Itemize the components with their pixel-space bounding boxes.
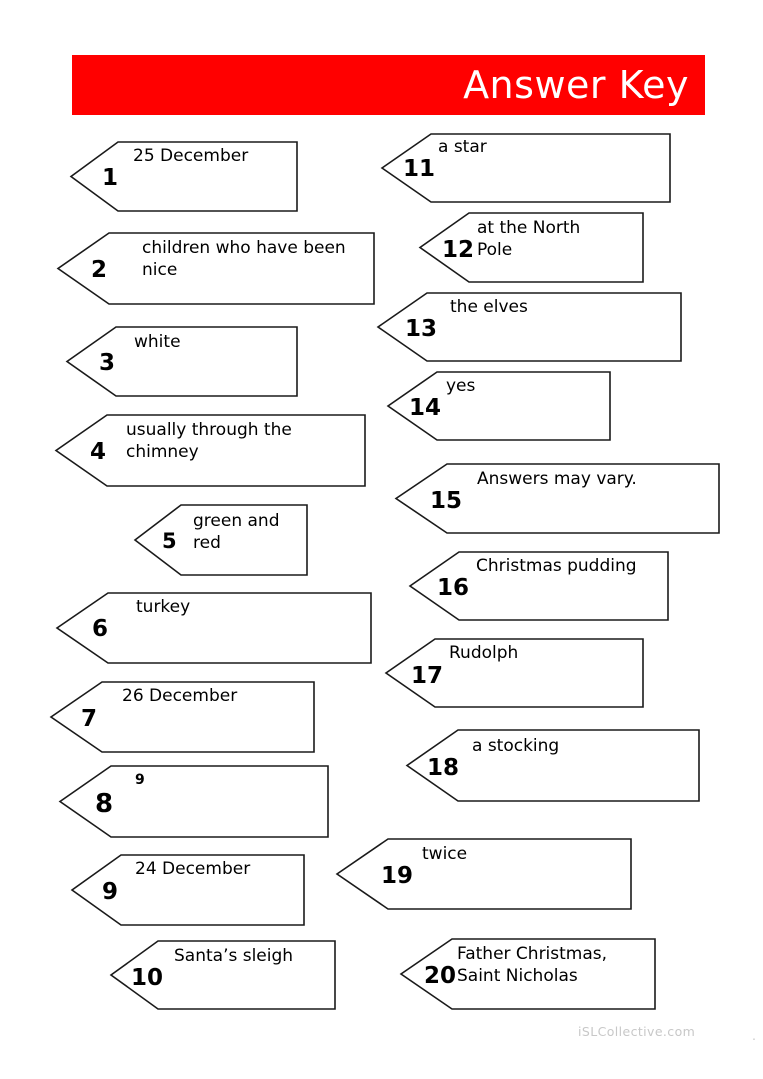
answer-text: children who have been nice (142, 238, 346, 280)
answer-number: 8 (95, 789, 114, 819)
answer-number: 14 (409, 395, 442, 421)
answer-item-7: 7 26 December (49, 681, 315, 753)
answer-key-banner: Answer Key (72, 55, 705, 115)
answer-text: Father Christmas, Saint Nicholas (457, 944, 608, 986)
answer-item-6: 6 turkey (55, 592, 372, 664)
answer-item-12: 12 at the North Pole (418, 212, 644, 283)
answer-text: Answers may vary. (477, 469, 637, 489)
answer-number: 2 (91, 257, 108, 283)
answer-number: 3 (99, 350, 116, 376)
answer-number: 18 (427, 755, 460, 781)
answer-number: 12 (442, 237, 475, 263)
page-title: Answer Key (463, 63, 689, 107)
answer-text: usually through the chimney (126, 420, 292, 462)
answer-number: 20 (424, 963, 457, 989)
answer-text: Rudolph (449, 643, 519, 663)
answer-number: 6 (92, 616, 109, 642)
answer-text: at the North Pole (477, 218, 581, 260)
answer-text: white (134, 332, 181, 352)
answer-text: 25 December (133, 146, 249, 166)
watermark-dot: . (752, 1028, 756, 1043)
answer-text: 26 December (122, 686, 238, 706)
answer-number: 15 (430, 488, 463, 514)
answer-text: twice (422, 844, 468, 864)
answer-number: 13 (405, 316, 438, 342)
answer-number: 17 (411, 663, 444, 689)
answer-text: 9 (135, 772, 145, 788)
answer-item-17: 17 Rudolph (384, 638, 644, 708)
answer-item-19: 19 twice (335, 838, 632, 910)
watermark-text: iSLCollective.com (578, 1024, 696, 1039)
answer-number: 19 (381, 863, 414, 889)
answer-text: the elves (450, 297, 528, 317)
answer-text: 24 December (135, 859, 251, 879)
answer-text: Christmas pudding (476, 556, 637, 576)
answer-item-16: 16 Christmas pudding (408, 551, 669, 621)
answer-number: 5 (162, 529, 177, 553)
answer-item-10: 10 Santa’s sleigh (109, 940, 336, 1010)
answer-item-2: 2 children who have been nice (56, 232, 375, 305)
answer-item-20: 20 Father Christmas, Saint Nicholas (399, 938, 656, 1010)
answer-item-8: 89 (58, 765, 329, 838)
answer-number: 16 (437, 575, 470, 601)
answer-item-18: 18 a stocking (405, 729, 700, 802)
answer-text: yes (446, 376, 476, 396)
answer-item-14: 14 yes (386, 371, 611, 441)
worksheet-page: Answer Key 1 25 December 2 children who hav… (0, 0, 763, 1079)
answer-number: 7 (81, 706, 98, 732)
answer-item-9: 9 24 December (70, 854, 305, 926)
answer-item-11: 11 a star (380, 133, 671, 203)
answer-number: 9 (102, 879, 119, 905)
answer-item-3: 3 white (65, 326, 298, 397)
answer-number: 1 (102, 165, 119, 191)
answer-text: turkey (136, 597, 191, 617)
answer-number: 11 (403, 156, 436, 182)
answer-number: 10 (131, 965, 164, 991)
answer-item-4: 4 usually through the chimney (54, 414, 366, 487)
answer-text: a stocking (472, 736, 560, 756)
answer-text: a star (438, 137, 487, 157)
answer-item-15: 15 Answers may vary. (394, 463, 720, 534)
answer-item-5: 5 green and red (133, 504, 308, 576)
answer-text: Santa’s sleigh (174, 946, 294, 966)
answer-item-13: 13 the elves (376, 292, 682, 362)
answer-item-1: 1 25 December (69, 141, 298, 212)
answer-text: green and red (193, 511, 280, 553)
answer-number: 4 (90, 439, 107, 465)
